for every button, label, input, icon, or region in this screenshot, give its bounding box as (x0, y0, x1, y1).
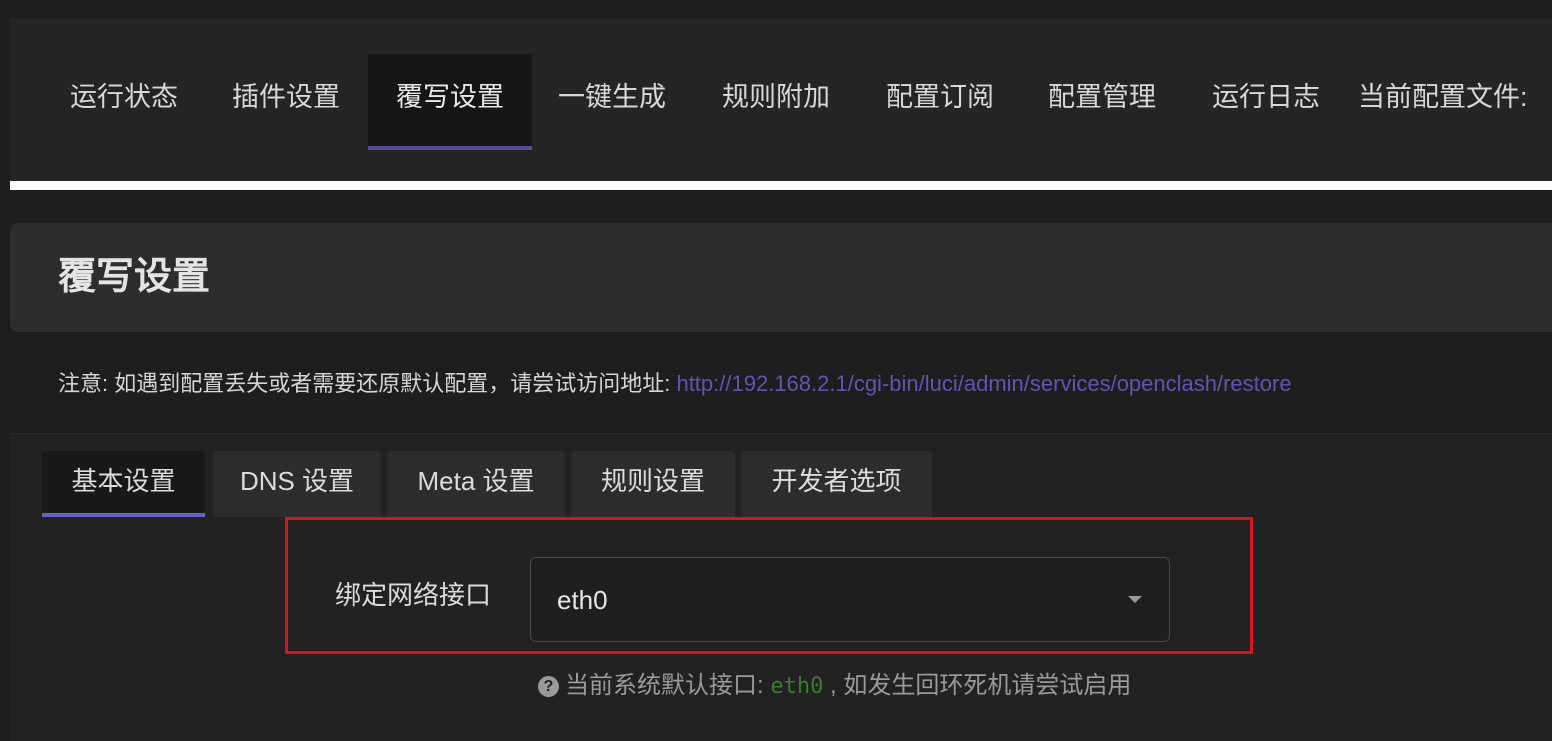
notice-text: 注意: 如遇到配置丢失或者需要还原默认配置，请尝试访问地址: (58, 371, 677, 396)
restore-notice: 注意: 如遇到配置丢失或者需要还原默认配置，请尝试访问地址: http://19… (58, 369, 1292, 399)
hint-prefix: 当前系统默认接口: (565, 672, 764, 699)
subtab-developer-options[interactable]: 开发者选项 (741, 451, 932, 517)
divider-bar (10, 181, 1552, 190)
tab-override-settings[interactable]: 覆写设置 (368, 54, 532, 150)
select-value: eth0 (557, 585, 608, 615)
interface-hint: ? 当前系统默认接口: eth0 , 如发生回环死机请尝试启用 (538, 671, 1131, 702)
top-navigation: 运行状态 插件设置 覆写设置 一键生成 规则附加 配置订阅 配置管理 运行日志 … (10, 18, 1552, 181)
tab-config-management[interactable]: 配置管理 (1032, 54, 1172, 146)
bind-interface-select[interactable]: eth0 (530, 557, 1170, 642)
tab-run-log[interactable]: 运行日志 (1196, 54, 1336, 146)
tab-plugin-settings[interactable]: 插件设置 (216, 54, 356, 146)
subtab-meta-settings[interactable]: Meta 设置 (387, 451, 565, 517)
tab-current-config-file[interactable]: 当前配置文件: (1358, 54, 1544, 146)
subtab-dns-settings[interactable]: DNS 设置 (213, 451, 381, 517)
default-interface-value: eth0 (770, 674, 824, 699)
hint-suffix: , 如发生回环死机请尝试启用 (830, 672, 1132, 699)
subtab-basic-settings[interactable]: 基本设置 (42, 451, 205, 517)
tab-config-subscription[interactable]: 配置订阅 (870, 54, 1010, 146)
tab-rule-append[interactable]: 规则附加 (706, 54, 846, 146)
page-header: 覆写设置 (10, 223, 1552, 332)
subtab-rule-settings[interactable]: 规则设置 (571, 451, 735, 517)
bind-interface-label: 绑定网络接口 (335, 580, 492, 610)
restore-link[interactable]: http://192.168.2.1/cgi-bin/luci/admin/se… (676, 371, 1291, 396)
caret-down-icon (1128, 596, 1142, 603)
tab-one-click-generate[interactable]: 一键生成 (542, 54, 682, 146)
tab-run-status[interactable]: 运行状态 (54, 54, 194, 146)
question-circle-icon: ? (538, 676, 559, 697)
page-title: 覆写设置 (58, 256, 211, 298)
